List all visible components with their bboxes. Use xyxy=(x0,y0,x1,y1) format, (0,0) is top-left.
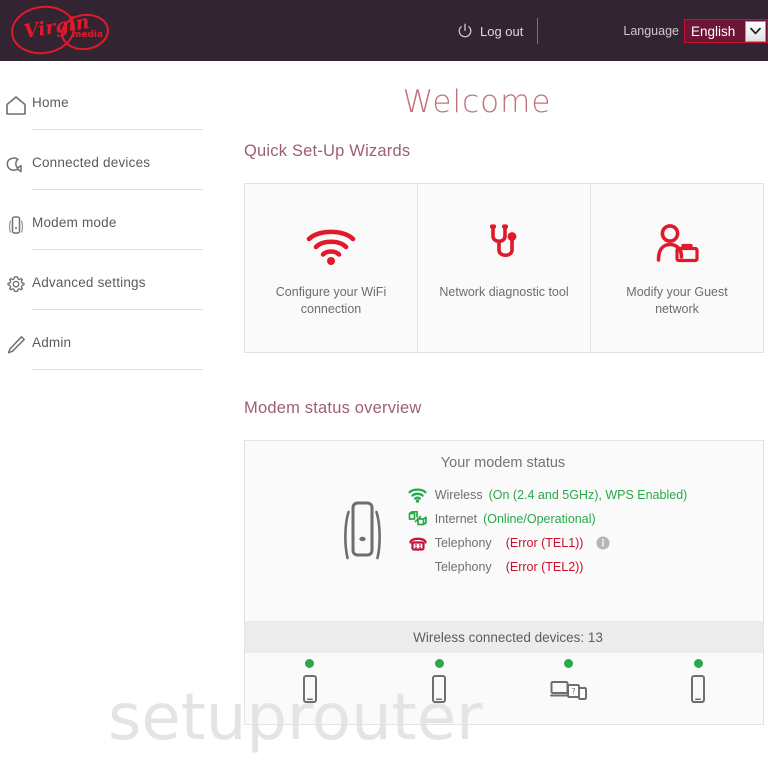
virgin-media-logo[interactable]: Virgin media xyxy=(8,3,112,59)
main-content: Welcome Quick Set-Up Wizards Configure y… xyxy=(216,62,768,778)
sidebar-item-modem-mode[interactable]: Modem mode xyxy=(0,210,216,270)
device-status-dot xyxy=(305,659,315,668)
status-row-name: Wireless xyxy=(434,488,483,502)
status-row-name: Telephony xyxy=(434,536,492,550)
sidebar-item-label: Connected devices xyxy=(32,155,151,170)
sidebar-divider xyxy=(32,189,203,190)
phone-icon xyxy=(429,674,449,710)
language-select[interactable]: English xyxy=(684,19,768,43)
status-row-value: (Error (TEL1)) xyxy=(505,536,584,550)
status-row-telephony-1: Telephony (Error (TEL1)) xyxy=(407,531,688,555)
quick-setup-wizards-title: Quick Set-Up Wizards xyxy=(244,142,411,160)
telephone-status-icon xyxy=(407,535,429,552)
sidebar-item-label: Modem mode xyxy=(32,215,117,230)
modem-device-icon xyxy=(331,481,393,579)
modem-icon xyxy=(3,212,29,238)
svg-text:media: media xyxy=(72,30,103,40)
connected-device-item[interactable] xyxy=(375,659,505,710)
header-right-controls: Log out Language English xyxy=(457,0,768,62)
device-status-dot xyxy=(693,659,703,668)
status-row-value: (Error (TEL2)) xyxy=(505,560,584,574)
svg-text:?: ? xyxy=(571,687,575,696)
sidebar-item-advanced-settings[interactable]: Advanced settings xyxy=(0,270,216,330)
connected-devices-row: ? xyxy=(245,659,763,710)
stethoscope-icon xyxy=(481,221,527,271)
device-status-dot xyxy=(434,659,444,668)
wizard-card-label: Configure your WiFi connection xyxy=(275,285,387,316)
connected-devices-icon xyxy=(3,152,29,178)
guest-user-icon xyxy=(653,221,701,271)
sidebar-item-label: Home xyxy=(32,95,69,110)
home-icon xyxy=(3,92,29,118)
status-row-name: Telephony xyxy=(434,560,492,574)
modem-status-rows: Wireless (On (2.4 and 5GHz), WPS Enabled… xyxy=(393,481,688,579)
status-row-name: Internet xyxy=(434,512,478,526)
pencil-icon xyxy=(3,332,29,358)
header-divider xyxy=(537,18,539,44)
connected-device-item[interactable] xyxy=(634,659,764,710)
wizard-card-guest-network[interactable]: Modify your Guest network xyxy=(590,184,763,352)
phone-icon xyxy=(688,674,708,710)
status-row-wireless: Wireless (On (2.4 and 5GHz), WPS Enabled… xyxy=(407,483,688,507)
sidebar-item-admin[interactable]: Admin xyxy=(0,330,216,390)
wireless-connected-devices-bar: Wireless connected devices: 13 xyxy=(245,621,763,653)
device-status-dot xyxy=(564,659,574,668)
sidebar-item-label: Advanced settings xyxy=(32,275,146,290)
page-body: Home Connected devices Modem mode Advanc… xyxy=(0,62,768,778)
modem-status-heading: Your modem status xyxy=(440,455,566,471)
connected-device-item[interactable]: ? xyxy=(504,659,634,710)
modem-status-card: Your modem status Wireless (On (2.4 and … xyxy=(244,440,764,725)
sidebar-divider xyxy=(32,369,203,370)
sidebar-divider xyxy=(32,129,203,130)
quick-setup-wizards-row: Configure your WiFi connection Network d… xyxy=(244,183,764,353)
sidebar-item-connected-devices[interactable]: Connected devices xyxy=(0,150,216,210)
wifi-status-icon xyxy=(407,488,429,503)
phone-icon xyxy=(300,674,320,710)
language-selected-value: English xyxy=(691,23,736,39)
modem-status-overview-title: Modem status overview xyxy=(244,399,422,417)
wizard-card-configure-wifi[interactable]: Configure your WiFi connection xyxy=(245,184,417,352)
wireless-connected-devices-label: Wireless connected devices: 13 xyxy=(413,629,603,645)
internet-status-icon xyxy=(407,511,429,527)
page-title: Welcome xyxy=(402,84,552,120)
status-row-telephony-2: Telephony (Error (TEL2)) xyxy=(407,555,688,579)
gear-icon xyxy=(3,272,29,298)
sidebar-divider xyxy=(32,309,203,310)
sidebar-divider xyxy=(32,249,203,250)
wizard-card-label: Modify your Guest network xyxy=(626,285,728,316)
wifi-icon xyxy=(305,221,357,271)
power-icon xyxy=(458,23,472,38)
sidebar-nav: Home Connected devices Modem mode Advanc… xyxy=(0,62,216,778)
status-row-value: (Online/Operational) xyxy=(483,512,596,526)
wizard-card-network-diagnostic[interactable]: Network diagnostic tool xyxy=(417,184,590,352)
logout-label: Log out xyxy=(480,23,524,39)
logout-button[interactable]: Log out xyxy=(457,23,523,39)
multi-device-icon: ? xyxy=(549,674,589,710)
info-icon[interactable] xyxy=(596,536,610,550)
modem-status-body: Wireless (On (2.4 and 5GHz), WPS Enabled… xyxy=(245,481,763,579)
sidebar-item-home[interactable]: Home xyxy=(0,90,216,150)
connected-device-item[interactable] xyxy=(245,659,375,710)
wizard-card-label: Network diagnostic tool xyxy=(439,285,569,299)
language-label: Language xyxy=(623,24,679,38)
app-header: Virgin media Log out Language English xyxy=(0,0,768,62)
status-row-value: (On (2.4 and 5GHz), WPS Enabled) xyxy=(488,488,688,502)
sidebar-item-label: Admin xyxy=(32,335,72,350)
chevron-down-icon[interactable] xyxy=(745,20,766,42)
status-row-internet: Internet (Online/Operational) xyxy=(407,507,688,531)
